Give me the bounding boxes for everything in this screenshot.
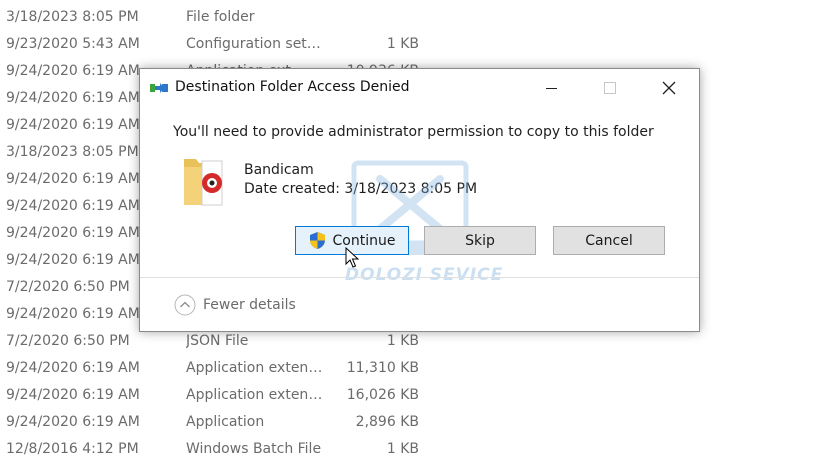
file-date: 9/24/2020 6:19 AM [6, 414, 140, 430]
chevron-up-icon [174, 294, 196, 316]
file-type: File folder [186, 9, 255, 25]
file-row[interactable]: 9/24/2020 6:19 AM Application extens... 16… [0, 382, 820, 409]
file-date: 9/24/2020 6:19 AM [6, 198, 140, 214]
permission-message: You'll need to provide administrator per… [173, 124, 654, 140]
copy-arrow-icon [150, 83, 168, 93]
access-denied-dialog: Destination Folder Access Denied You'll … [139, 68, 700, 332]
file-date: 7/2/2020 6:50 PM [6, 279, 130, 295]
file-type: JSON File [186, 333, 249, 349]
file-type: Application [186, 414, 265, 430]
maximize-button[interactable] [587, 69, 633, 107]
cancel-label: Cancel [585, 232, 633, 249]
file-date: 9/24/2020 6:19 AM [6, 117, 140, 133]
file-date: 9/24/2020 6:19 AM [6, 252, 140, 268]
cancel-button[interactable]: Cancel [553, 226, 665, 255]
file-row[interactable]: 9/24/2020 6:19 AM Application 2,896 KB [0, 409, 820, 436]
dialog-titlebar[interactable]: Destination Folder Access Denied [140, 69, 699, 107]
fewer-details-label: Fewer details [203, 297, 296, 313]
mouse-cursor-icon [345, 247, 359, 268]
file-row[interactable]: 7/2/2020 6:50 PM JSON File 1 KB [0, 328, 820, 355]
skip-button[interactable]: Skip [424, 226, 536, 255]
bandicam-folder-icon [184, 159, 223, 206]
uac-shield-icon [309, 232, 325, 249]
minimize-button[interactable] [528, 69, 574, 107]
dialog-divider [140, 277, 699, 278]
file-date: 9/24/2020 6:19 AM [6, 360, 140, 376]
file-size: 2,896 KB [355, 414, 419, 430]
file-type: Configuration setti... [186, 36, 324, 52]
file-size: 1 KB [386, 36, 419, 52]
skip-label: Skip [465, 232, 495, 249]
continue-label: Continue [332, 232, 396, 249]
file-size: 16,026 KB [346, 387, 419, 403]
fewer-details-toggle[interactable]: Fewer details [174, 293, 296, 317]
close-button[interactable] [646, 69, 692, 107]
watermark-text: DOLOZI SEVICE [345, 265, 504, 285]
file-type: Application extens... [186, 360, 324, 376]
close-icon [662, 81, 676, 95]
file-date: 9/24/2020 6:19 AM [6, 90, 140, 106]
file-date: 7/2/2020 6:50 PM [6, 333, 130, 349]
file-date: 9/24/2020 6:19 AM [6, 225, 140, 241]
file-row[interactable]: 3/18/2023 8:05 PM File folder [0, 4, 820, 31]
file-size: 1 KB [386, 333, 419, 349]
watermark-logo [351, 160, 469, 255]
item-name: Bandicam [244, 162, 314, 178]
file-date: 3/18/2023 8:05 PM [6, 9, 139, 25]
file-size: 11,310 KB [346, 360, 419, 376]
file-row[interactable]: 9/24/2020 6:19 AM Application extens... 11… [0, 355, 820, 382]
file-date: 9/24/2020 6:19 AM [6, 306, 140, 322]
file-date: 9/24/2020 6:19 AM [6, 171, 140, 187]
minimize-icon [545, 87, 557, 89]
file-date: 9/23/2020 5:43 AM [6, 36, 140, 52]
file-date: 3/18/2023 8:05 PM [6, 144, 139, 160]
maximize-icon [604, 82, 616, 94]
file-type: Application extens... [186, 387, 324, 403]
file-date: 9/24/2020 6:19 AM [6, 63, 140, 79]
file-date: 9/24/2020 6:19 AM [6, 387, 140, 403]
file-row[interactable]: 9/23/2020 5:43 AM Configuration setti... 1… [0, 31, 820, 58]
dialog-title: Destination Folder Access Denied [175, 79, 410, 95]
